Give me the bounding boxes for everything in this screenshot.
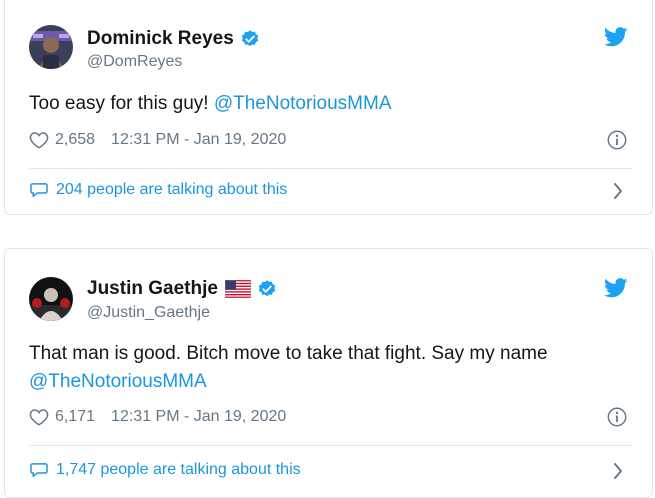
conversation-link[interactable]: 1,747 people are talking about this xyxy=(29,461,632,479)
conversation-link[interactable]: 204 people are talking about this xyxy=(29,181,632,199)
timestamp[interactable]: 12:31 PM - Jan 19, 2020 xyxy=(111,408,286,426)
mention-link[interactable]: @TheNotoriousMMA xyxy=(29,371,207,392)
tweet-card[interactable]: Justin Gaethje @Justin_Gaethje That man … xyxy=(4,248,653,498)
twitter-bird-icon[interactable] xyxy=(604,27,628,47)
tweet-body: Too easy for this guy! xyxy=(29,93,214,114)
timestamp[interactable]: 12:31 PM - Jan 19, 2020 xyxy=(111,131,286,149)
talking-count[interactable]: 1,747 people are talking about this xyxy=(56,461,301,479)
tweet-card[interactable]: Dominick Reyes @DomReyes Too easy for th… xyxy=(4,0,653,215)
heart-icon[interactable] xyxy=(29,408,49,426)
mention-link[interactable]: @TheNotoriousMMA xyxy=(214,93,392,114)
avatar[interactable] xyxy=(29,25,73,69)
handle[interactable]: @DomReyes xyxy=(87,53,182,71)
verified-badge-icon xyxy=(258,280,276,297)
us-flag-icon xyxy=(224,280,251,298)
chevron-right-icon[interactable] xyxy=(612,182,624,200)
author-row: Justin Gaethje xyxy=(87,278,277,300)
info-icon[interactable] xyxy=(606,129,628,151)
handle[interactable]: @Justin_Gaethje xyxy=(87,304,210,322)
avatar[interactable] xyxy=(29,277,73,321)
like-count[interactable]: 2,658 xyxy=(55,131,95,149)
twitter-bird-icon[interactable] xyxy=(604,278,628,298)
tweet-meta: 2,658 12:31 PM - Jan 19, 2020 xyxy=(29,129,632,151)
heart-icon[interactable] xyxy=(29,131,49,149)
talking-count[interactable]: 204 people are talking about this xyxy=(56,181,287,199)
speech-bubble-icon xyxy=(30,183,48,198)
divider xyxy=(29,445,632,446)
chevron-right-icon[interactable] xyxy=(612,462,624,480)
info-icon[interactable] xyxy=(606,406,628,428)
display-name[interactable]: Dominick Reyes xyxy=(87,28,234,50)
tweet-meta: 6,171 12:31 PM - Jan 19, 2020 xyxy=(29,406,632,428)
tweet-body: That man is good. Bitch move to take tha… xyxy=(29,343,548,364)
verified-badge-icon xyxy=(241,30,259,47)
tweet-text: That man is good. Bitch move to take tha… xyxy=(29,340,628,396)
speech-bubble-icon xyxy=(30,463,48,478)
author-row: Dominick Reyes xyxy=(87,28,260,50)
tweet-text: Too easy for this guy! @TheNotoriousMMA xyxy=(29,90,628,118)
divider xyxy=(29,168,632,169)
display-name[interactable]: Justin Gaethje xyxy=(87,278,218,300)
like-count[interactable]: 6,171 xyxy=(55,408,95,426)
